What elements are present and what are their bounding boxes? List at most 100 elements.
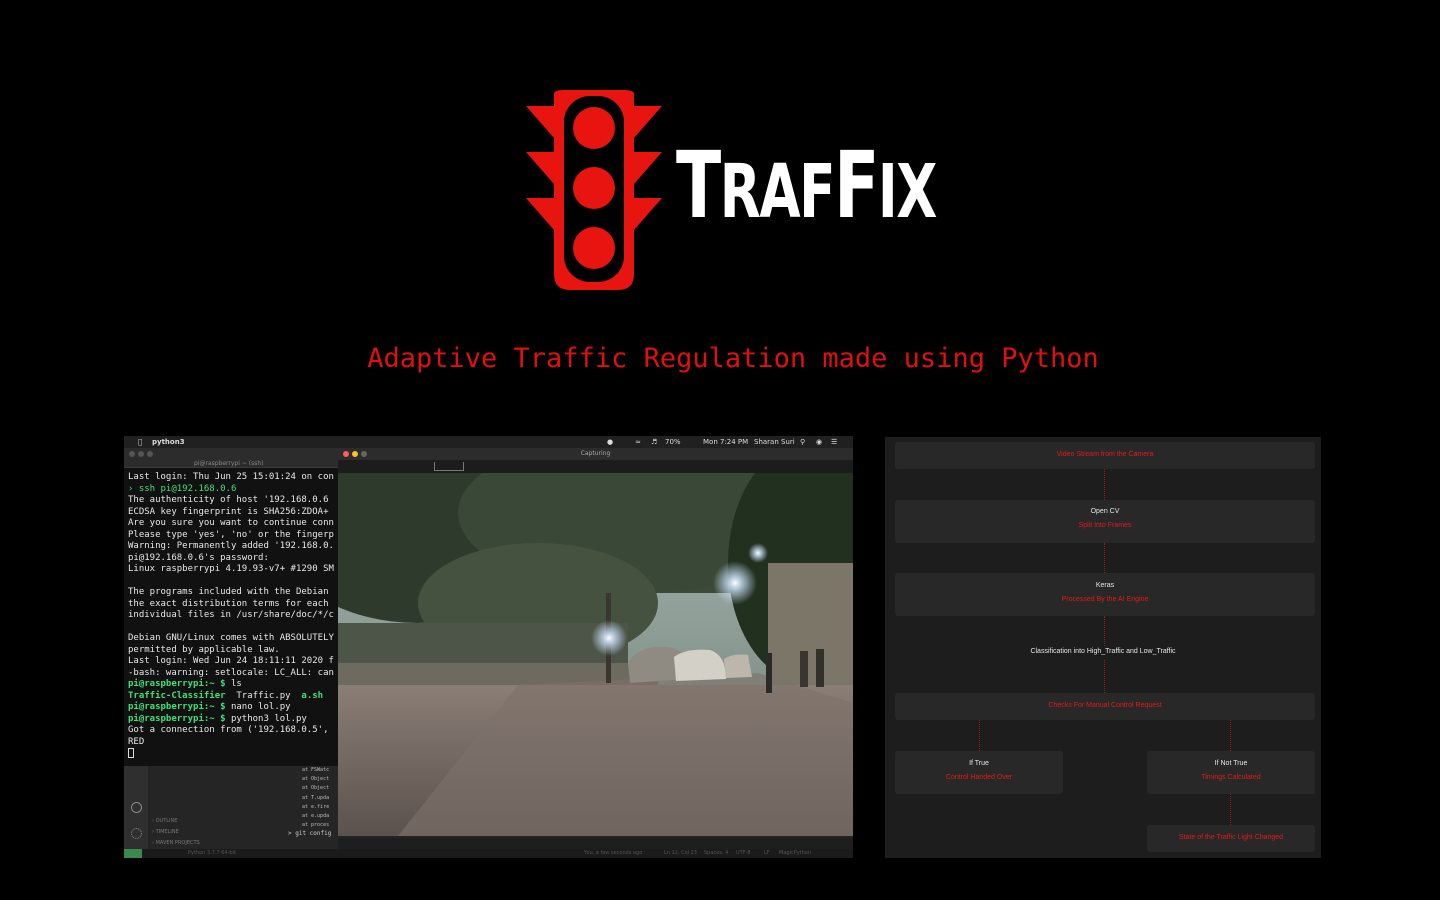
git-config-output: > git config bbox=[288, 830, 332, 837]
terminal-line: Got a connection from ('192.168.0.5', bbox=[128, 725, 329, 735]
capture-window[interactable]: Capturing bbox=[338, 448, 853, 838]
terminal-line: pi@raspberrypi:~ $ nano lol.py bbox=[128, 702, 335, 714]
panel-maven-projects[interactable]: › MAVEN PROJECTS bbox=[152, 838, 200, 849]
terminal-line: Please type 'yes', 'no' or the fingerp bbox=[128, 529, 334, 540]
terminal-cursor bbox=[128, 748, 134, 758]
cursor-position[interactable]: Ln 12, Col 23 bbox=[664, 849, 697, 858]
terminal-line: › ssh pi@192.168.0.6 bbox=[128, 483, 237, 494]
terminal-output[interactable]: Last login: Thu Jun 25 15:01:24 on con › … bbox=[124, 468, 338, 764]
gear-icon[interactable] bbox=[131, 828, 142, 839]
notification-center-icon[interactable]: ☰ bbox=[831, 436, 837, 448]
traffix-logo: TRAFFIX bbox=[524, 88, 937, 293]
flow-if-not-true: If Not True Timings Calculated bbox=[1147, 751, 1315, 794]
capture-title: Capturing bbox=[580, 450, 611, 457]
terminal-line: ECDSA key fingerprint is SHA256:ZDOA+ bbox=[128, 506, 329, 517]
shell-command: ls bbox=[230, 679, 242, 689]
zoom-icon[interactable] bbox=[361, 451, 367, 457]
flow-classification: Classification into High_Traffic and Low… bbox=[1030, 648, 1176, 655]
panel-outline[interactable]: › OUTLINE bbox=[152, 816, 200, 827]
wifi-icon[interactable]: ≈ bbox=[635, 436, 641, 448]
terminal-titlebar: pi@raspberrypi ~ (ssh) bbox=[124, 448, 338, 468]
spotlight-icon[interactable]: ⚲ bbox=[800, 436, 805, 448]
terminal-line: The authenticity of host '192.168.0.6 bbox=[128, 495, 329, 505]
terminal-title: pi@raspberrypi ~ (ssh) bbox=[194, 460, 264, 467]
vscode-window: › OUTLINE › TIMELINE › MAVEN PROJECTS at… bbox=[124, 766, 338, 849]
apple-icon[interactable]:  bbox=[138, 436, 142, 448]
capture-toolbar bbox=[338, 460, 853, 473]
close-icon[interactable] bbox=[129, 451, 135, 457]
volume-icon[interactable]: ♬ bbox=[651, 436, 657, 448]
python-interpreter[interactable]: Python 3.7.7 64-bit bbox=[188, 849, 236, 858]
pipeline-flowchart: Video Stream from the Camera Open CV Spl… bbox=[885, 437, 1321, 858]
ls-entry: Traffic.py bbox=[236, 690, 291, 701]
flow-manual-check: Checks For Manual Control Request bbox=[895, 693, 1315, 720]
menubar-app-name[interactable]: python3 bbox=[152, 436, 185, 448]
camera-frame bbox=[338, 473, 853, 836]
flow-connector bbox=[1104, 469, 1105, 500]
terminal-line: -bash: warning: setlocale: LC_ALL: can bbox=[128, 667, 334, 678]
terminal-line: the exact distribution terms for each bbox=[128, 598, 329, 609]
minimize-icon[interactable] bbox=[138, 451, 144, 457]
terminal-line: Linux raspberrypi 4.19.93-v7+ #1290 SM bbox=[128, 564, 334, 574]
sidebar-panels: › OUTLINE › TIMELINE › MAVEN PROJECTS bbox=[152, 816, 200, 849]
street-camera-image bbox=[338, 473, 853, 836]
flow-connector bbox=[1230, 794, 1231, 825]
shell-command: nano lol.py bbox=[230, 702, 291, 712]
siri-icon[interactable]: ◉ bbox=[816, 436, 822, 448]
minimize-icon[interactable] bbox=[352, 451, 358, 457]
activity-bar bbox=[124, 766, 148, 849]
flow-connector bbox=[1104, 543, 1105, 573]
terminal-line: Last login: Wed Jun 24 18:11:11 2020 f bbox=[128, 656, 334, 666]
terminal-line: individual files in /usr/share/doc/*/c bbox=[128, 610, 334, 620]
flow-opencv: Open CV Split Into Frames bbox=[895, 500, 1315, 543]
flow-keras: Keras Processed By the AI Engine bbox=[895, 573, 1315, 616]
menubar-user[interactable]: Sharan Suri bbox=[754, 436, 795, 448]
flow-connector bbox=[979, 720, 980, 751]
demo-screenshot:  python3 ● ≈ ♬ 70% Mon 7:24 PM Sharan S… bbox=[124, 436, 853, 858]
encoding[interactable]: UTF-8 bbox=[736, 849, 751, 858]
indentation[interactable]: Spaces: 4 bbox=[704, 849, 728, 858]
line-ending[interactable]: LF bbox=[764, 849, 770, 858]
traffic-light-icon bbox=[526, 90, 662, 290]
panel-timeline[interactable]: › TIMELINE bbox=[152, 827, 200, 838]
git-blame[interactable]: You, a few seconds ago bbox=[584, 849, 642, 858]
terminal-line: pi@raspberrypi:~ $ ls bbox=[128, 679, 335, 691]
terminal-line: Last login: Thu Jun 25 15:01:24 on con bbox=[128, 472, 334, 482]
close-icon[interactable] bbox=[343, 451, 349, 457]
shell-prompt: pi@raspberrypi:~ $ bbox=[128, 702, 226, 712]
shell-command: python3 lol.py bbox=[230, 713, 307, 724]
record-icon[interactable]: ● bbox=[607, 436, 613, 448]
terminal-line: Are you sure you want to continue conn bbox=[128, 518, 334, 528]
terminal-line: RED bbox=[128, 736, 145, 747]
brand-wordmark: TRAFFIX bbox=[676, 132, 937, 239]
capture-titlebar: Capturing bbox=[338, 448, 853, 460]
terminal-line: Debian GNU/Linux comes with ABSOLUTELY bbox=[128, 633, 334, 643]
zoom-icon[interactable] bbox=[147, 451, 153, 457]
flow-connector bbox=[1230, 720, 1231, 751]
menubar-clock[interactable]: Mon 7:24 PM bbox=[703, 436, 748, 448]
error-stack-trace: at FSWatc at Object at Object at T.upda at e… bbox=[302, 767, 330, 829]
terminal-line: pi@192.168.0.6's password: bbox=[128, 552, 269, 563]
terminal-line: pi@raspberrypi:~ $ python3 lol.py bbox=[128, 714, 335, 726]
terminal-line bbox=[128, 748, 335, 760]
remote-indicator[interactable] bbox=[124, 849, 142, 858]
terminal-line: permitted by applicable law. bbox=[128, 644, 280, 655]
language-mode[interactable]: MagicPython bbox=[779, 849, 811, 858]
terminal-window[interactable]: pi@raspberrypi ~ (ssh) Last login: Thu J… bbox=[124, 448, 338, 766]
ls-entry: Traffic-Classifier bbox=[128, 690, 226, 701]
terminal-line: Warning: Permanently added '192.168.0. bbox=[128, 541, 334, 551]
flow-video-stream: Video Stream from the Camera bbox=[895, 442, 1315, 469]
terminal-line: Traffic-Classifier Traffic.py a.sh bbox=[128, 691, 335, 703]
macos-menubar:  python3 ● ≈ ♬ 70% Mon 7:24 PM Sharan S… bbox=[124, 436, 853, 448]
battery-percent[interactable]: 70% bbox=[665, 436, 681, 448]
flow-connector bbox=[1104, 660, 1105, 693]
shell-prompt: pi@raspberrypi:~ $ bbox=[128, 679, 226, 689]
flow-connector bbox=[1104, 616, 1105, 646]
terminal-line: The programs included with the Debian bbox=[128, 587, 329, 597]
account-icon[interactable] bbox=[131, 802, 142, 813]
ide-statusbar: Python 3.7.7 64-bit You, a few seconds a… bbox=[124, 849, 853, 858]
ls-entry: a.sh bbox=[301, 690, 324, 701]
flow-final-state: State of the Traffic Light Changed bbox=[1147, 825, 1315, 852]
